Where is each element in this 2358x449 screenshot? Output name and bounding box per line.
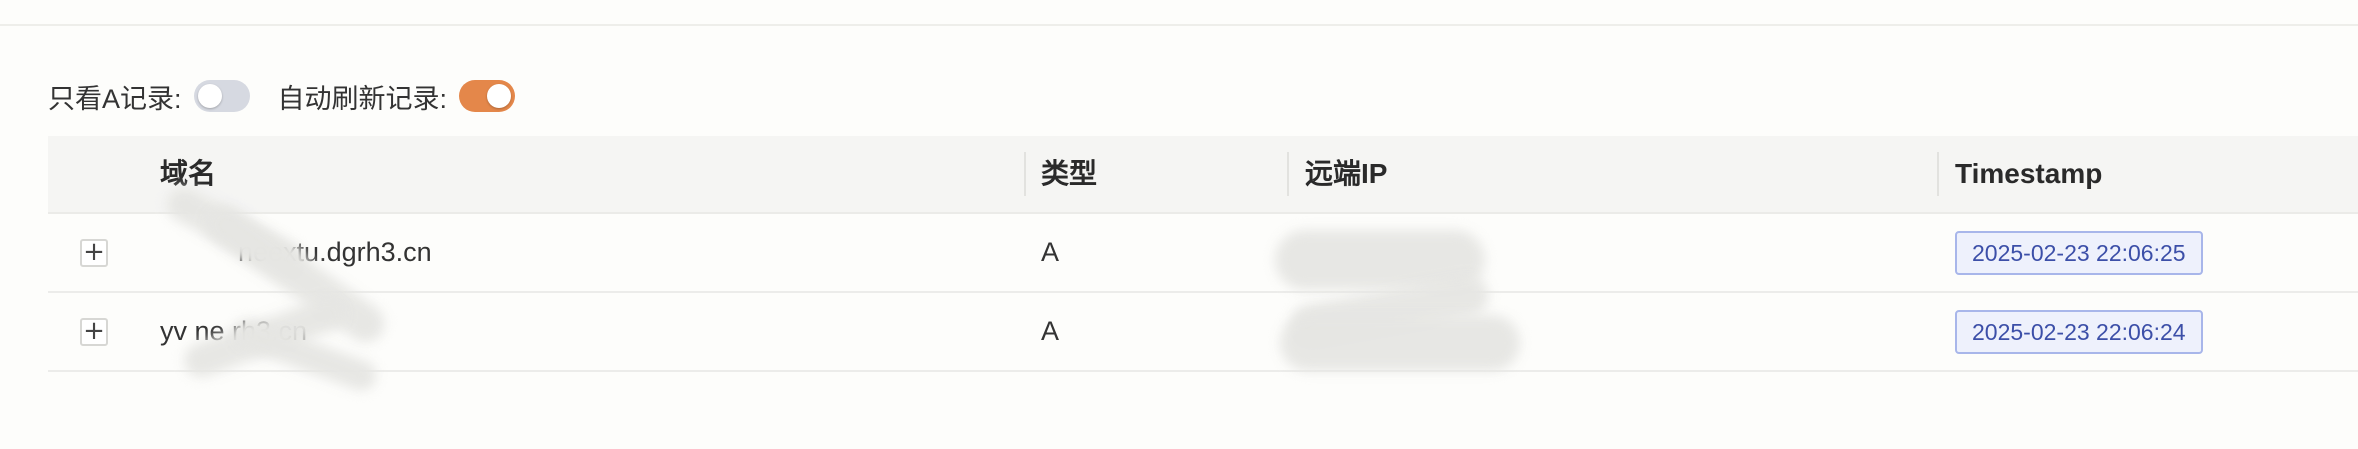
top-divider [0,24,2358,26]
column-header-timestamp[interactable]: Timestamp [1955,136,2102,212]
toggle-knob [197,84,222,108]
toggle-knob [487,84,512,108]
column-header-type[interactable]: 类型 [1041,136,1097,212]
table-row: + yv ne rh3.cn A 2025-02-23 22:06:24 [48,293,2358,372]
column-header-remote-ip[interactable]: 远端IP [1305,136,1387,212]
a-only-label: 只看A记录: [48,83,182,114]
a-only-toggle[interactable] [193,80,250,112]
column-separator[interactable] [1024,152,1026,196]
auto-refresh-label: 自动刷新记录: [277,83,448,114]
type-cell: A [1041,237,1060,267]
expand-row-button[interactable]: + [80,239,108,267]
filter-bar: 只看A记录: 自动刷新记录: [48,74,543,118]
timestamp-tag: 2025-02-23 22:06:24 [1955,310,2203,354]
column-separator[interactable] [1937,152,1939,196]
column-separator[interactable] [1287,152,1289,196]
timestamp-tag: 2025-02-23 22:06:25 [1955,231,2203,275]
table-row: + neextu.dgrh3.cn A 2025-02-23 22:06:25 [48,214,2358,293]
expand-row-button[interactable]: + [80,318,108,346]
table-header: 域名 类型 远端IP Timestamp [48,136,2358,214]
redaction-smudge [1280,315,1520,371]
dns-records-table: 域名 类型 远端IP Timestamp + neextu.dgrh3.cn A… [48,136,2358,372]
type-cell: A [1041,316,1060,346]
auto-refresh-toggle[interactable] [459,80,516,112]
